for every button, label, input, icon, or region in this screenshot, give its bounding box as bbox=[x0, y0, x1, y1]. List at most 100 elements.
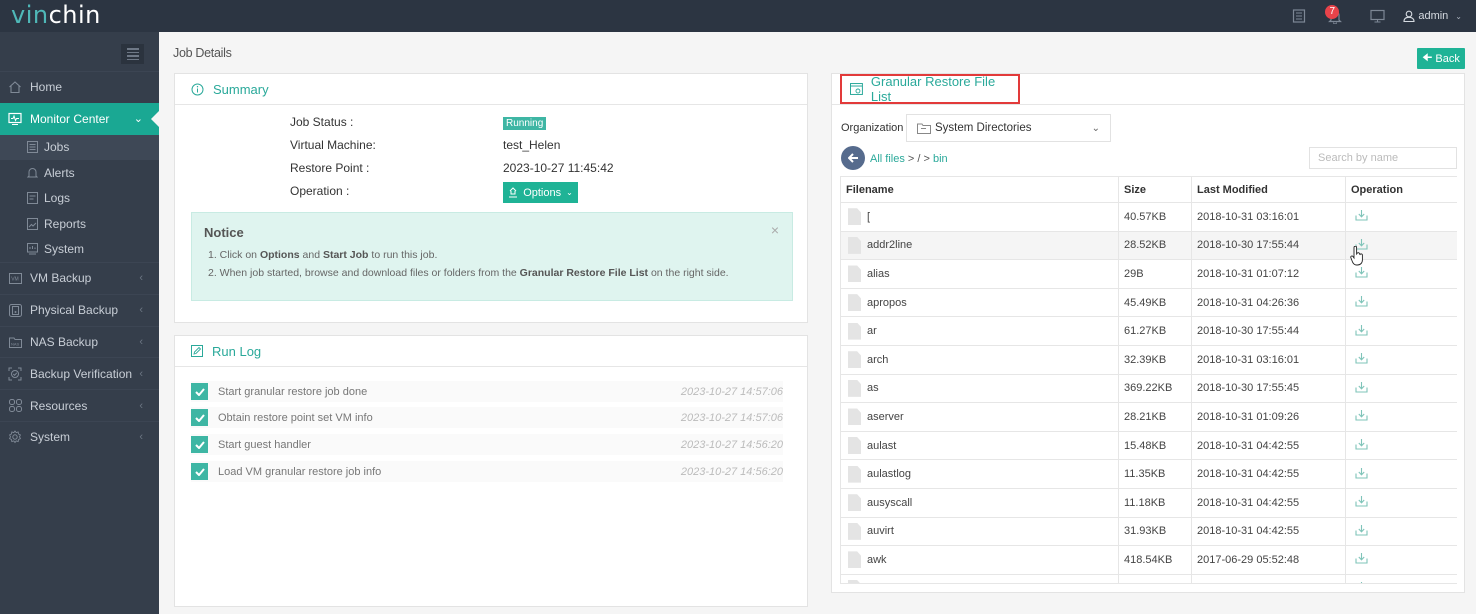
options-button[interactable]: Options ⌄ bbox=[503, 182, 578, 203]
modified-cell: 2018-10-31 01:09:26 bbox=[1191, 402, 1346, 432]
sidebar-subitem-reports[interactable]: Reports bbox=[0, 211, 159, 237]
column-filename[interactable]: Filename bbox=[840, 176, 1119, 203]
modified-cell: 2018-10-31 03:16:01 bbox=[1191, 344, 1346, 375]
filename-cell: alias bbox=[840, 259, 1119, 289]
arrow-left-icon: 🠈 bbox=[1422, 52, 1433, 64]
organization-select[interactable]: System Directories ⌄ bbox=[906, 114, 1111, 142]
filename[interactable]: as bbox=[867, 382, 879, 394]
download-icon[interactable] bbox=[1351, 495, 1368, 507]
sidebar-item-physical-backup[interactable]: Physical Backup ‹ bbox=[0, 293, 159, 326]
file-row[interactable]: aulastlog 11.35KB 2018-10-31 04:42:55 bbox=[840, 459, 1457, 489]
vm-label: Virtual Machine: bbox=[290, 138, 376, 152]
file-icon bbox=[848, 494, 861, 512]
sidebar-item-home[interactable]: Home bbox=[0, 71, 159, 103]
file-icon bbox=[848, 265, 861, 283]
sidebar-item-monitor-center[interactable]: Monitor Center ⌄ bbox=[0, 102, 159, 135]
file-row[interactable]: ar 61.27KB 2018-10-30 17:55:44 bbox=[840, 316, 1457, 346]
filename[interactable]: ar bbox=[867, 325, 877, 337]
monitor-button[interactable] bbox=[1359, 0, 1395, 32]
task-list-button[interactable] bbox=[1281, 0, 1317, 32]
sidebar-subitem-jobs[interactable]: Jobs bbox=[0, 134, 159, 161]
filename[interactable]: addr2line bbox=[867, 239, 912, 251]
close-icon[interactable]: × bbox=[771, 222, 779, 238]
filename[interactable]: apropos bbox=[867, 297, 907, 309]
file-row[interactable]: alias 29B 2018-10-31 01:07:12 bbox=[840, 259, 1457, 289]
modified-cell: 2018-10-31 04:42:55 bbox=[1191, 516, 1346, 547]
size-cell: 369.22KB bbox=[1118, 373, 1192, 404]
download-icon[interactable] bbox=[1351, 552, 1368, 564]
download-icon[interactable] bbox=[1351, 581, 1368, 583]
size-cell: 45.49KB bbox=[1118, 287, 1192, 318]
filename[interactable]: ausyscall bbox=[867, 497, 912, 509]
filename[interactable]: aulast bbox=[867, 440, 896, 452]
download-icon[interactable] bbox=[1351, 266, 1368, 279]
back-button[interactable]: 🠈 Back bbox=[1417, 48, 1465, 69]
log-entry: Obtain restore point set VM info 2023-10… bbox=[191, 407, 783, 428]
modified-cell bbox=[1191, 573, 1346, 583]
filename[interactable]: [ bbox=[867, 211, 870, 223]
user-menu[interactable]: admin ⌄ bbox=[1395, 0, 1476, 32]
download-icon[interactable] bbox=[1351, 438, 1368, 450]
modified-cell: 2018-10-31 03:16:01 bbox=[1191, 202, 1346, 232]
size-cell bbox=[1118, 573, 1192, 583]
navigate-back-button[interactable] bbox=[841, 146, 865, 170]
sidebar-subitem-alerts[interactable]: Alerts bbox=[0, 160, 159, 186]
file-row[interactable]: aserver 28.21KB 2018-10-31 01:09:26 bbox=[840, 402, 1457, 432]
filename[interactable]: aulastlog bbox=[867, 468, 911, 480]
file-icon bbox=[848, 208, 861, 226]
file-row[interactable]: [40.57KB 2018-10-31 03:16:01 bbox=[840, 202, 1457, 232]
file-row[interactable]: ausyscall 11.18KB 2018-10-31 04:42:55 bbox=[840, 487, 1457, 518]
operation-cell bbox=[1345, 430, 1457, 461]
vinchin-logo[interactable]: vinchin bbox=[11, 0, 101, 30]
operation-cell bbox=[1345, 316, 1457, 346]
file-row[interactable]: as 369.22KB 2018-10-30 17:55:45 bbox=[840, 373, 1457, 404]
download-icon[interactable] bbox=[1351, 467, 1368, 479]
column-last-modified[interactable]: Last Modified bbox=[1191, 176, 1346, 203]
file-icon bbox=[848, 236, 861, 254]
filename[interactable]: awk bbox=[867, 554, 887, 566]
sidebar-item-nas-backup[interactable]: NAS NAS Backup ‹ bbox=[0, 325, 159, 358]
file-row[interactable]: aulast 15.48KB 2018-10-31 04:42:55 bbox=[840, 430, 1457, 461]
download-icon[interactable] bbox=[1351, 381, 1368, 393]
download-icon[interactable] bbox=[1351, 209, 1368, 221]
notice-title: Notice bbox=[204, 225, 244, 240]
download-icon[interactable] bbox=[1351, 409, 1368, 422]
breadcrumb-all-files[interactable]: All files bbox=[870, 153, 905, 165]
operation-cell bbox=[1345, 344, 1457, 375]
filename[interactable]: aserver bbox=[867, 411, 904, 423]
download-icon[interactable] bbox=[1351, 295, 1368, 307]
file-row[interactable]: arch 32.39KB 2018-10-31 03:16:01 bbox=[840, 344, 1457, 375]
filename-cell: addr2line bbox=[840, 230, 1119, 261]
file-row[interactable]: addr2line 28.52KB 2018-10-30 17:55:44 bbox=[840, 230, 1457, 261]
column-size[interactable]: Size bbox=[1118, 176, 1192, 203]
filename[interactable]: alias bbox=[867, 268, 890, 280]
breadcrumb-current[interactable]: bin bbox=[933, 153, 948, 165]
filename[interactable]: auvirt bbox=[867, 525, 894, 537]
file-row[interactable]: apropos 45.49KB 2018-10-31 04:26:36 bbox=[840, 287, 1457, 318]
file-row[interactable] bbox=[840, 573, 1457, 583]
sidebar-item-vm-backup[interactable]: VM VM Backup ‹ bbox=[0, 262, 159, 294]
size-cell: 31.93KB bbox=[1118, 516, 1192, 547]
organization-label: Organization bbox=[841, 122, 904, 134]
sidebar-item-backup-verification[interactable]: Backup Verification ‹ bbox=[0, 357, 159, 389]
sidebar-subitem-logs[interactable]: Logs bbox=[0, 186, 159, 212]
file-row[interactable]: auvirt 31.93KB 2018-10-31 04:42:55 bbox=[840, 516, 1457, 547]
sidebar-collapse-button[interactable] bbox=[121, 44, 144, 64]
sidebar-subitem-system[interactable]: System bbox=[0, 237, 159, 263]
bell-icon bbox=[27, 167, 44, 179]
size-cell: 11.35KB bbox=[1118, 459, 1192, 489]
size-cell: 61.27KB bbox=[1118, 316, 1192, 346]
download-icon[interactable] bbox=[1351, 352, 1368, 364]
download-icon[interactable] bbox=[1351, 524, 1368, 536]
search-input[interactable] bbox=[1309, 147, 1457, 169]
log-entry: Start granular restore job done 2023-10-… bbox=[191, 381, 783, 402]
filename-cell: [ bbox=[840, 202, 1119, 232]
sidebar-item-system[interactable]: System ‹ bbox=[0, 421, 159, 453]
file-row[interactable]: awk 418.54KB 2017-06-29 05:52:48 bbox=[840, 545, 1457, 575]
sidebar-item-resources[interactable]: Resources ‹ bbox=[0, 389, 159, 421]
notifications-button[interactable]: 7 bbox=[1317, 0, 1353, 32]
download-icon[interactable] bbox=[1351, 324, 1368, 336]
run-log-title: Run Log bbox=[212, 343, 262, 359]
chevron-down-icon: ⌄ bbox=[566, 188, 573, 197]
filename[interactable]: arch bbox=[867, 354, 888, 366]
